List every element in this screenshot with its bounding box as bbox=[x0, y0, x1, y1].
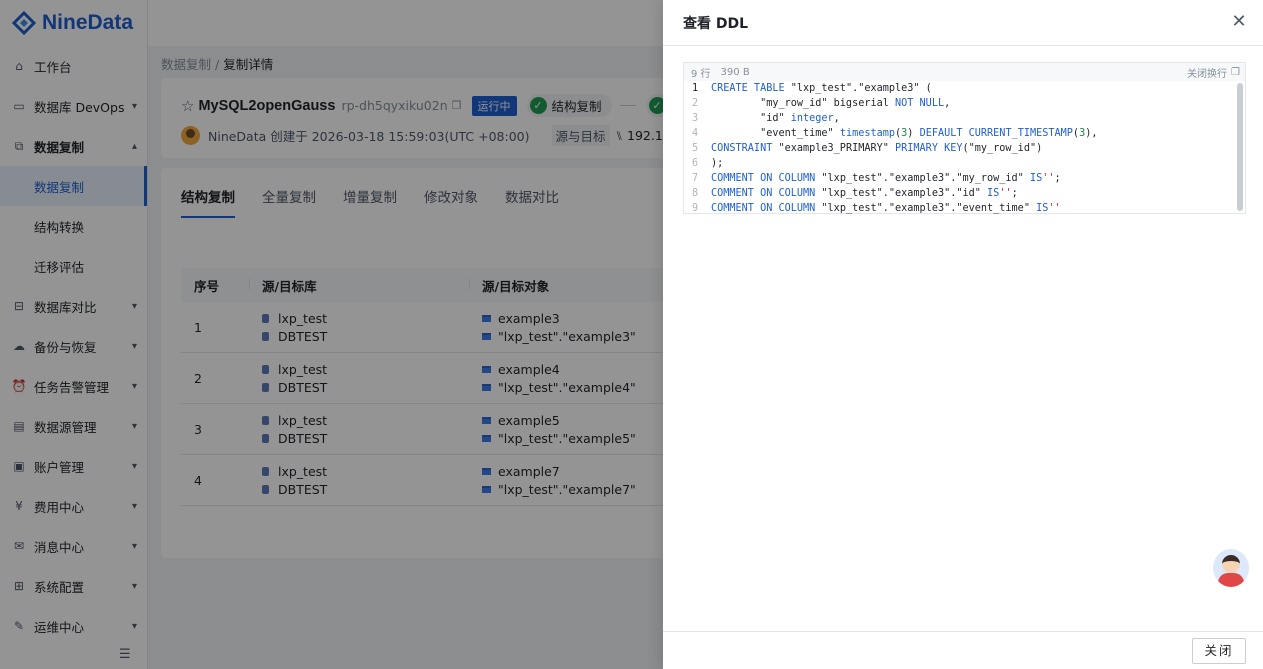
code-content: 1 CREATE TABLE "lxp_test"."example3" ( 2 … bbox=[684, 81, 1238, 214]
line-count: 9 行 bbox=[691, 68, 711, 80]
code-line: 2 "my_row_id" bigserial NOT NULL, bbox=[692, 98, 951, 109]
drawer-title: 查看 DDL bbox=[683, 15, 749, 32]
code-line: 5 CONSTRAINT "example3_PRIMARY" PRIMARY K… bbox=[692, 143, 1043, 154]
code-line: 3 "id" integer, bbox=[692, 113, 840, 124]
modal-mask[interactable] bbox=[0, 0, 663, 669]
code-line: 4 "event_time" timestamp(3) DEFAULT CURR… bbox=[692, 128, 1098, 139]
code-line: 9 COMMENT ON COLUMN "lxp_test"."example3"… bbox=[692, 203, 1061, 214]
code-line: 1 CREATE TABLE "lxp_test"."example3" ( bbox=[692, 83, 932, 94]
support-face bbox=[1222, 555, 1240, 573]
close-button[interactable]: 关闭 bbox=[1192, 638, 1246, 664]
close-icon[interactable]: ✕ bbox=[1231, 13, 1247, 31]
code-toolbar: 9 行 390 B 关闭换行 ❐ bbox=[684, 63, 1245, 81]
code-line: 7 COMMENT ON COLUMN "lxp_test"."example3"… bbox=[692, 173, 1061, 184]
ddl-drawer: 查看 DDL ✕ 9 行 390 B 关闭换行 ❐ 1 CREATE TABLE … bbox=[663, 0, 1263, 669]
copy-icon[interactable]: ❐ bbox=[1231, 67, 1240, 78]
code-line: 6); bbox=[692, 158, 724, 169]
ddl-code-viewer[interactable]: 9 行 390 B 关闭换行 ❐ 1 CREATE TABLE "lxp_test… bbox=[683, 62, 1246, 214]
code-scrollbar[interactable] bbox=[1237, 83, 1243, 211]
support-body bbox=[1218, 573, 1244, 587]
toggle-wrap-button[interactable]: 关闭换行 ❐ bbox=[1187, 65, 1240, 80]
toggle-wrap-label: 关闭换行 bbox=[1187, 68, 1228, 80]
support-avatar-icon[interactable] bbox=[1213, 549, 1249, 587]
drawer-header: 查看 DDL bbox=[663, 0, 1263, 46]
code-line: 8 COMMENT ON COLUMN "lxp_test"."example3"… bbox=[692, 188, 1018, 199]
drawer-footer: 关闭 bbox=[663, 631, 1263, 669]
file-size: 390 B bbox=[720, 66, 750, 78]
